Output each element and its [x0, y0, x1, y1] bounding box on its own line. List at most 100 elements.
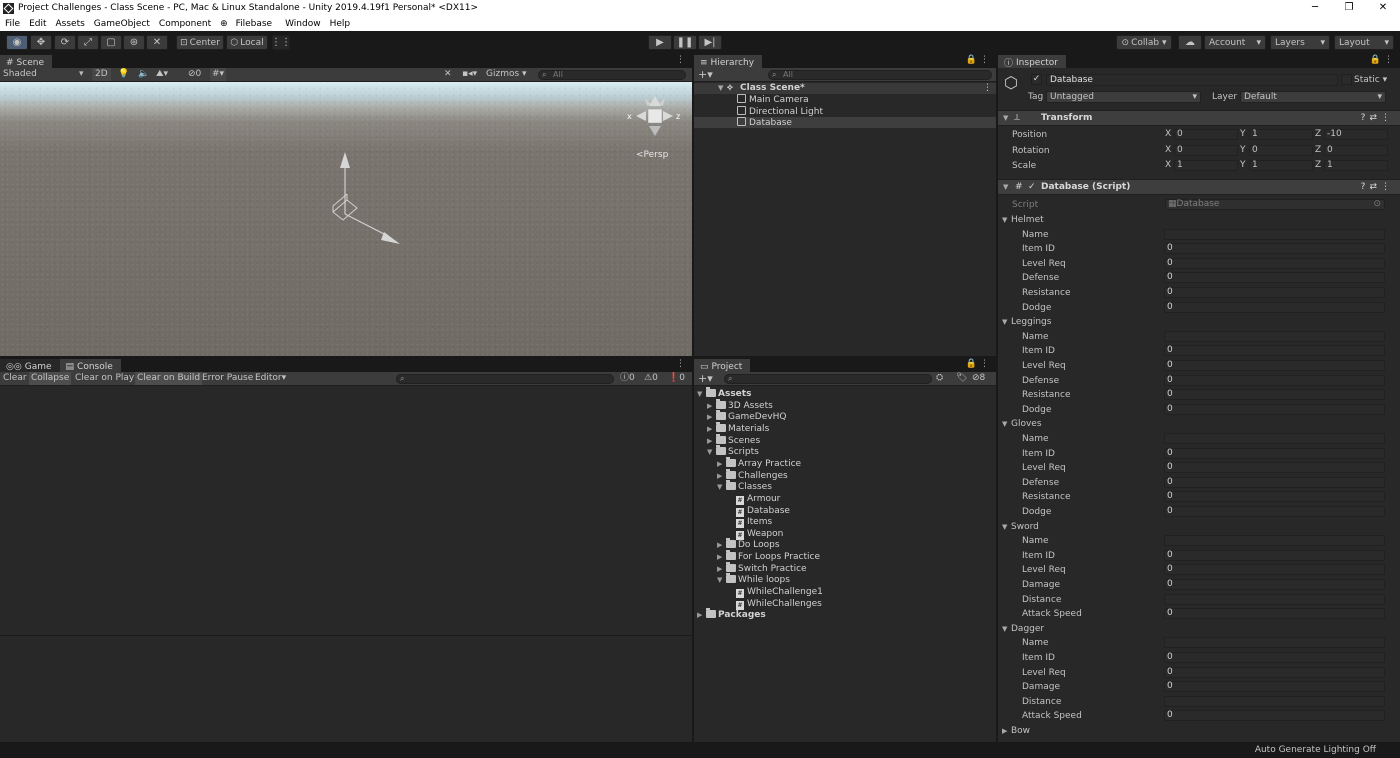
axis-value[interactable]: 0 — [1324, 144, 1388, 156]
collapse-arrow-icon[interactable]: ▶ — [697, 610, 706, 621]
play-button[interactable]: ▶ — [648, 35, 672, 50]
project-folder-item[interactable]: ▶ Scenes — [707, 433, 760, 447]
collapse-arrow-icon[interactable]: ▶ — [717, 471, 726, 482]
group-foldout-bow[interactable]: ▶ Bow — [998, 724, 1400, 738]
error-filter-toggle[interactable]: ❗0 — [668, 372, 685, 385]
object-name-field[interactable]: Database — [1046, 74, 1338, 86]
project-file-item[interactable]: # WhileChallenges — [727, 599, 822, 610]
menu-filebase[interactable]: ⊕ Filebase — [215, 19, 280, 29]
collapse-arrow-icon[interactable]: ▶ — [717, 552, 726, 563]
collapse-arrow-icon[interactable]: ▶ — [707, 436, 716, 447]
field-input[interactable] — [1164, 433, 1385, 444]
project-search-input[interactable]: ⌕ — [724, 374, 932, 384]
field-input[interactable]: 0 — [1164, 287, 1385, 298]
group-foldout-sword[interactable]: ▼ Sword — [998, 520, 1400, 534]
cloud-button[interactable]: ☁ — [1178, 35, 1202, 50]
create-add-button[interactable]: +▾ — [698, 372, 713, 385]
project-file-item[interactable]: # Items — [727, 517, 772, 529]
field-input[interactable] — [1164, 637, 1385, 649]
static-dropdown[interactable]: Static ▾ — [1354, 75, 1387, 85]
expand-arrow-icon[interactable]: ▼ — [1002, 520, 1007, 534]
transform-tool-button[interactable]: ⊛ — [123, 35, 145, 50]
info-filter-toggle[interactable]: ⓘ0 — [620, 372, 635, 385]
collapse-arrow-icon[interactable]: ▶ — [707, 412, 716, 423]
lock-and-menu-icon[interactable]: 🔒⋮ — [966, 359, 992, 369]
component-help-settings-menu-icons[interactable]: ?⇄⋮ — [1361, 180, 1394, 194]
field-input[interactable]: 0 — [1164, 403, 1385, 415]
tag-dropdown[interactable]: Untagged ▾ — [1046, 91, 1201, 103]
console-clear-button[interactable]: Clear — [3, 372, 27, 385]
field-input[interactable]: 0 — [1164, 272, 1385, 284]
field-input[interactable]: 0 — [1164, 345, 1385, 357]
field-input[interactable]: 0 — [1164, 579, 1385, 590]
group-foldout-gloves[interactable]: ▼ Gloves — [998, 417, 1400, 431]
console-clear-on-build-button[interactable]: Clear on Build — [135, 372, 203, 385]
project-file-item[interactable]: # Armour — [727, 494, 780, 505]
transform-y-field[interactable]: Y0 — [1240, 144, 1313, 156]
warning-filter-toggle[interactable]: ⚠0 — [644, 372, 658, 385]
layer-dropdown[interactable]: Default ▾ — [1240, 91, 1386, 103]
transform-component-header[interactable]: ▼ ⟂ Transform ?⇄⋮ — [998, 110, 1400, 126]
hierarchy-item-main-camera[interactable]: Main Camera — [694, 94, 996, 105]
console-error-pause-button[interactable]: Error Pause — [202, 372, 253, 385]
field-input[interactable]: 0 — [1164, 447, 1385, 459]
tools-icon[interactable]: ✕ — [444, 68, 452, 81]
collab-button[interactable]: ⊙ Collab ▾ — [1116, 35, 1172, 50]
axis-value[interactable]: 1 — [1324, 160, 1388, 171]
axis-value[interactable]: 0 — [1174, 144, 1238, 156]
menu-component[interactable]: Component — [154, 19, 215, 29]
scene-search-input[interactable]: ⌕ All — [538, 70, 686, 80]
axis-value[interactable]: 1 — [1174, 160, 1238, 171]
hierarchy-item-directional-light[interactable]: Directional Light — [694, 106, 996, 117]
axis-label[interactable]: Z — [1315, 129, 1324, 140]
account-dropdown[interactable]: Account ▾ — [1204, 35, 1266, 50]
collapse-arrow-icon[interactable]: ▶ — [707, 401, 716, 412]
field-input[interactable]: 0 — [1164, 389, 1385, 401]
gizmos-dropdown[interactable]: Gizmos ▾ — [486, 68, 527, 81]
orientation-gizmo[interactable]: x z — [627, 96, 680, 136]
collapse-arrow-icon[interactable]: ▶ — [717, 540, 726, 551]
console-editor-dropdown[interactable]: Editor▾ — [255, 372, 286, 385]
transform-z-field[interactable]: Z -10 — [1315, 129, 1388, 140]
project-folder-item[interactable]: ▼ While loops — [717, 573, 790, 586]
project-file-item[interactable]: # Database — [727, 506, 790, 517]
persp-label[interactable]: <Persp — [636, 150, 668, 160]
console-collapse-button[interactable]: Collapse — [29, 372, 72, 385]
field-input[interactable] — [1164, 593, 1385, 605]
scale-tool-button[interactable]: ⤢ — [77, 35, 99, 50]
search-by-label-icon[interactable]: 🏷 — [956, 372, 967, 385]
axis-label[interactable]: Z — [1315, 145, 1324, 156]
script-component-header[interactable]: ▼ # ✓ Database (Script) ?⇄⋮ — [998, 179, 1400, 195]
static-checkbox[interactable] — [1341, 74, 1352, 85]
tab-console[interactable]: ▤ Console — [59, 359, 121, 372]
collapse-arrow-icon[interactable]: ▶ — [717, 459, 726, 470]
field-input[interactable]: 0 — [1164, 681, 1385, 693]
2d-toggle[interactable]: 2D — [92, 68, 111, 81]
field-input[interactable]: 0 — [1164, 476, 1385, 488]
field-input[interactable]: 0 — [1164, 549, 1385, 561]
field-input[interactable]: 0 — [1164, 710, 1385, 722]
transform-x-field[interactable]: X0 — [1165, 129, 1238, 140]
transform-x-field[interactable]: X1 — [1165, 160, 1238, 171]
expand-arrow-icon[interactable]: ▼ — [717, 575, 726, 586]
field-input[interactable]: 0 — [1164, 491, 1385, 503]
lock-and-menu-icon[interactable]: 🔒⋮ — [1370, 55, 1396, 65]
foldout-arrow-icon[interactable]: ▼ — [1003, 111, 1008, 125]
expand-arrow-icon[interactable]: ▼ — [1002, 315, 1007, 329]
transform-z-field[interactable]: Z0 — [1315, 144, 1388, 156]
group-foldout-dagger[interactable]: ▼ Dagger — [998, 622, 1400, 636]
hidden-objects-toggle[interactable]: ⊘0 — [188, 68, 201, 81]
axis-label[interactable]: Y — [1240, 145, 1249, 156]
tab-project[interactable]: ▭ Project — [694, 359, 751, 372]
pivot-center-button[interactable]: ⊡ Center — [176, 35, 224, 50]
group-foldout-leggings[interactable]: ▼ Leggings — [998, 315, 1400, 329]
lighting-toggle-icon[interactable]: 💡 — [118, 68, 129, 81]
project-folder-item[interactable]: ▶ For Loops Practice — [717, 550, 820, 563]
expand-arrow-icon[interactable]: ▼ — [717, 482, 726, 493]
transform-z-field[interactable]: Z1 — [1315, 160, 1388, 171]
project-file-item[interactable]: # Weapon — [727, 529, 783, 540]
tab-game[interactable]: ◎◎ Game — [0, 359, 60, 372]
layers-dropdown[interactable]: Layers ▾ — [1270, 35, 1330, 50]
axis-value[interactable]: 1 — [1249, 129, 1313, 140]
rect-tool-button[interactable]: ▢ — [100, 35, 122, 50]
